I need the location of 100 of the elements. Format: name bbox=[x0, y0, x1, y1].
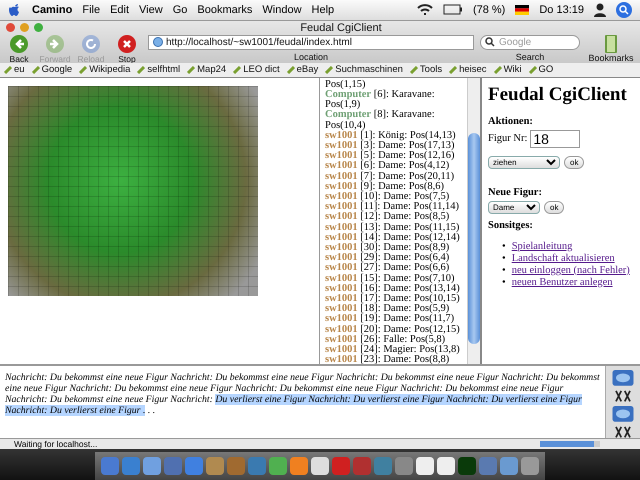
link[interactable]: neu einloggen (nach Fehler) bbox=[512, 264, 630, 277]
url-text: http://localhost/~sw1001/feudal/index.html bbox=[166, 36, 352, 48]
bullet: • bbox=[502, 240, 506, 253]
bookmark-icon bbox=[494, 66, 502, 74]
unit-entry: sw1001 [3]: Dame: Pos(17,13) bbox=[325, 140, 454, 151]
bookmark-link[interactable]: Tools bbox=[410, 64, 442, 76]
unit-entry: sw1001 [19]: Dame: Pos(11,7) bbox=[325, 314, 456, 324]
bookmark-link[interactable]: heisec bbox=[449, 64, 487, 76]
back-button[interactable]: Back bbox=[4, 34, 34, 64]
window-title: Feudal CgiClient bbox=[299, 22, 383, 34]
user-icon bbox=[594, 2, 606, 17]
app-icon[interactable] bbox=[311, 457, 329, 475]
unit-entry: sw1001 [26]: Falle: Pos(5,8) bbox=[325, 334, 446, 345]
menu-item[interactable]: File bbox=[82, 4, 100, 16]
app-icon[interactable] bbox=[290, 457, 308, 475]
window-thumbnail-icon[interactable] bbox=[611, 406, 635, 422]
unit-entry: sw1001 [29]: Dame: Pos(6,4) bbox=[325, 253, 450, 264]
unit-entry: Pos(1,15) bbox=[325, 80, 367, 90]
spotlight-icon[interactable] bbox=[616, 2, 632, 18]
x-icon[interactable] bbox=[613, 426, 633, 438]
bookmark-link[interactable]: eBay bbox=[286, 64, 318, 76]
app-icon[interactable] bbox=[500, 457, 518, 475]
unit-entry: sw1001 [27]: Dame: Pos(6,6) bbox=[325, 263, 450, 274]
bullet: • bbox=[502, 264, 506, 277]
bookmark-icon bbox=[410, 66, 418, 74]
bookmark-icon bbox=[187, 66, 196, 74]
bookmark-icon bbox=[4, 66, 12, 74]
app-icon[interactable] bbox=[521, 457, 539, 475]
bookmark-link[interactable]: GO bbox=[528, 64, 554, 76]
bookmark-icon bbox=[528, 66, 537, 74]
message-text: Nachricht: Du bekommst eine neue Figur Nachricht: Du bekommst eine neue Figur Nachricht: Du bekommst eine neue Figur Nachricht: Du bekommst eine neue Figur Nachricht: Du bekommst eine neue Figur Nachricht: Du bekommst eine neue Figur Nachricht: Du bekommst eine neue Figur Nachricht: Du bekommst eine neue Figur Nachricht: Du verlierst eine Figur Nachricht: Du verlierst eine Figur Nachricht: Du verlierst eine Figur Nachricht: Du verlierst eine Figur . . . bbox=[4, 370, 601, 418]
search-field[interactable]: Google bbox=[480, 34, 580, 50]
unit-entry: sw1001 [24]: Magier: Pos(13,8) bbox=[325, 345, 461, 356]
bookmark-icon bbox=[233, 66, 242, 74]
scrollbar[interactable] bbox=[467, 78, 480, 364]
bookmark-icon bbox=[137, 66, 146, 74]
bookmark-link[interactable]: Wiki bbox=[494, 64, 522, 76]
unit-entry: sw1001 [13]: Dame: Pos(11,15) bbox=[325, 222, 460, 233]
menu-item[interactable]: View bbox=[139, 4, 163, 16]
app-icon[interactable] bbox=[269, 457, 287, 475]
unit-entry: sw1001 [30]: Dame: Pos(8,9) bbox=[325, 243, 450, 253]
app-icon[interactable] bbox=[416, 457, 434, 475]
location-label: Location bbox=[294, 52, 328, 62]
unit-entry: sw1001 [11]: Dame: Pos(11,14) bbox=[325, 202, 460, 212]
bookmarks-button[interactable]: Bookmarks bbox=[586, 34, 636, 63]
unit-entry: sw1001 [1]: König: Pos(14,13) bbox=[325, 130, 457, 141]
x-icon[interactable] bbox=[613, 390, 633, 402]
status-text: Waiting for localhost... bbox=[14, 438, 98, 449]
bookmark-link[interactable]: selfhtml bbox=[137, 64, 180, 76]
stop-button[interactable]: Stop bbox=[112, 34, 142, 64]
bookmark-link[interactable]: Map24 bbox=[187, 64, 226, 76]
ok-button[interactable]: ok bbox=[564, 156, 584, 169]
link[interactable]: Landschaft aktualisieren bbox=[512, 252, 615, 265]
section-heading: Aktionen: bbox=[488, 116, 534, 127]
window-thumbnail-icon[interactable] bbox=[611, 370, 635, 386]
link[interactable]: Spielanleitung bbox=[512, 240, 572, 253]
bookmark-link[interactable]: Suchmaschinen bbox=[325, 64, 403, 76]
menu-item[interactable]: Help bbox=[312, 4, 334, 16]
bookmark-icon bbox=[325, 66, 334, 74]
unit-entry: sw1001 [6]: Dame: Pos(4,12) bbox=[325, 161, 450, 172]
unit-entry: sw1001 [18]: Dame: Pos(5,9) bbox=[325, 304, 450, 314]
dropdown[interactable]: Dame bbox=[488, 200, 540, 214]
unit-entry: sw1001 [20]: Dame: Pos(12,15) bbox=[325, 324, 461, 335]
dropdown[interactable]: ziehen bbox=[488, 156, 560, 169]
bookmark-link[interactable]: LEO dict bbox=[233, 64, 280, 76]
bullet: • bbox=[502, 252, 506, 265]
close-icon bbox=[118, 34, 136, 53]
unit-entry: sw1001 [15]: Dame: Pos(7,10) bbox=[325, 274, 454, 284]
unit-entry: sw1001 [14]: Dame: Pos(12,14) bbox=[325, 232, 461, 243]
bookmark-icon bbox=[449, 66, 458, 74]
wifi-icon bbox=[416, 3, 433, 16]
bookmark-link[interactable]: Wikipedia bbox=[79, 64, 130, 76]
unit-entry: sw1001 [16]: Dame: Pos(13,14) bbox=[325, 284, 461, 294]
menu-item[interactable]: Go bbox=[172, 4, 188, 16]
arrow-right-icon bbox=[46, 34, 64, 53]
app-icon[interactable] bbox=[437, 457, 455, 475]
battery-percent: (78 %) bbox=[472, 4, 506, 16]
globe-icon bbox=[153, 37, 163, 48]
battery-icon bbox=[442, 4, 463, 16]
unit-entry: sw1001 [9]: Dame: Pos(8,6) bbox=[325, 182, 444, 192]
url-field[interactable]: http://localhost/~sw1001/feudal/index.html bbox=[148, 34, 474, 50]
bookmark-link[interactable]: eu bbox=[4, 64, 25, 76]
ok-button[interactable]: ok bbox=[544, 200, 564, 214]
field-label: Figur Nr: bbox=[488, 133, 528, 144]
bookmark-link[interactable]: Google bbox=[32, 64, 72, 76]
book-icon bbox=[605, 34, 617, 53]
arrow-left-icon bbox=[10, 34, 28, 53]
reload-icon bbox=[82, 34, 100, 53]
app-icon[interactable] bbox=[143, 457, 161, 475]
menu-item[interactable]: Window bbox=[262, 4, 302, 16]
link[interactable]: neuen Benutzer anlegen bbox=[512, 276, 613, 289]
unit-entry: sw1001 [17]: Dame: Pos(10,15) bbox=[325, 294, 461, 304]
app-name[interactable]: Camino bbox=[32, 4, 72, 16]
unit-entry: Computer [8]: Karavane: Pos(10,4) bbox=[325, 110, 436, 131]
menu-item[interactable]: Bookmarks bbox=[197, 4, 252, 16]
figure-number-field[interactable]: 18 bbox=[530, 130, 580, 148]
section-heading: Sonsitges: bbox=[488, 220, 534, 231]
menu-item[interactable]: Edit bbox=[110, 4, 130, 16]
apple-icon bbox=[8, 2, 22, 18]
unit-entry: sw1001 [12]: Dame: Pos(8,5) bbox=[325, 212, 450, 222]
